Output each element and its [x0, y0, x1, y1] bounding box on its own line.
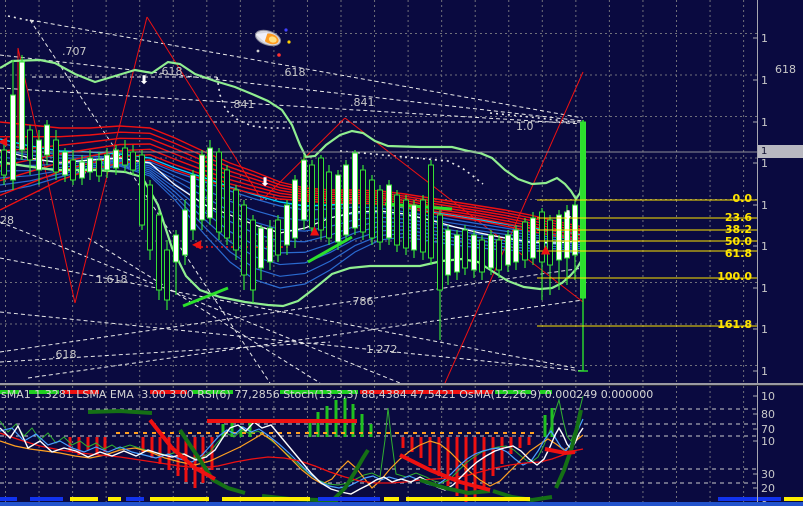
fan-level-label: 618 [775, 63, 796, 76]
fan-level-label: .841 [230, 98, 255, 111]
indicator-readout: sMA1 1.3281 LSMA EMA -3.00 3.00 RSI(6) 7… [1, 388, 654, 401]
current-price-box: 1 [758, 145, 803, 158]
mouse-cursor-icon [254, 28, 291, 57]
fan-level-label: .786 [349, 295, 374, 308]
price-scale-label: 1 [761, 157, 768, 170]
panel-scale-label: 10 [761, 435, 775, 448]
up-arrow-marker: ▲ [541, 242, 551, 256]
panel-scale-label: 20 [761, 482, 775, 495]
fib-level-label: 100.0 [717, 270, 752, 283]
fan-level-label: 1.618 [96, 273, 128, 286]
price-scale-label: 1 [761, 323, 768, 336]
up-arrow-marker: ▲ [310, 223, 320, 237]
fan-level-label: .707 [62, 45, 87, 58]
fan-level-label: 28 [0, 214, 14, 227]
fib-level-label: 0.0 [732, 192, 753, 205]
left-arrow-marker: ◀ [192, 237, 202, 251]
panel-scale-label: 80 [761, 408, 775, 421]
fan-level-label: .618 [281, 66, 306, 79]
down-arrow-marker: ⬇ [563, 208, 574, 222]
price-scale-label: 1 [761, 365, 768, 378]
price-scale-label: 1 [761, 240, 768, 253]
panel-scale-label: 70 [761, 423, 775, 436]
panel-scale-label: 10 [761, 390, 775, 403]
trading-chart-window: sMA1 1.3281 LSMA EMA -3.00 3.00 RSI(6) 7… [0, 0, 803, 506]
fan-level-label: 1.272 [366, 343, 398, 356]
fib-level-label: 61.8 [724, 247, 752, 260]
panel-separator[interactable] [0, 383, 803, 386]
fan-level-label: .841 [350, 96, 375, 109]
fib-level-label: 23.6 [724, 211, 752, 224]
chart-canvas[interactable] [0, 0, 803, 506]
down-arrow-marker: ⬇ [139, 73, 150, 87]
down-arrow-marker: ⬇ [260, 175, 271, 189]
panel-scale-label: 30 [761, 468, 775, 481]
window-bottom-edge [0, 502, 803, 506]
fib-level-label: 50.0 [724, 235, 752, 248]
fib-level-label: 161.8 [717, 318, 752, 331]
price-scale-label: 1 [761, 32, 768, 45]
price-scale-label: 1 [761, 74, 768, 87]
price-scale-label: 1 [761, 199, 768, 212]
price-scale-divider[interactable] [757, 0, 758, 502]
fib-level-label: 38.2 [724, 223, 752, 236]
fan-level-label: .618 [158, 65, 183, 78]
price-scale-label: 1 [761, 116, 768, 129]
left-arrow-marker: ◀ [0, 134, 8, 148]
price-scale-label: 1 [761, 282, 768, 295]
fan-level-label: 1.0 [516, 120, 534, 133]
fan-level-label: .618 [52, 348, 77, 361]
